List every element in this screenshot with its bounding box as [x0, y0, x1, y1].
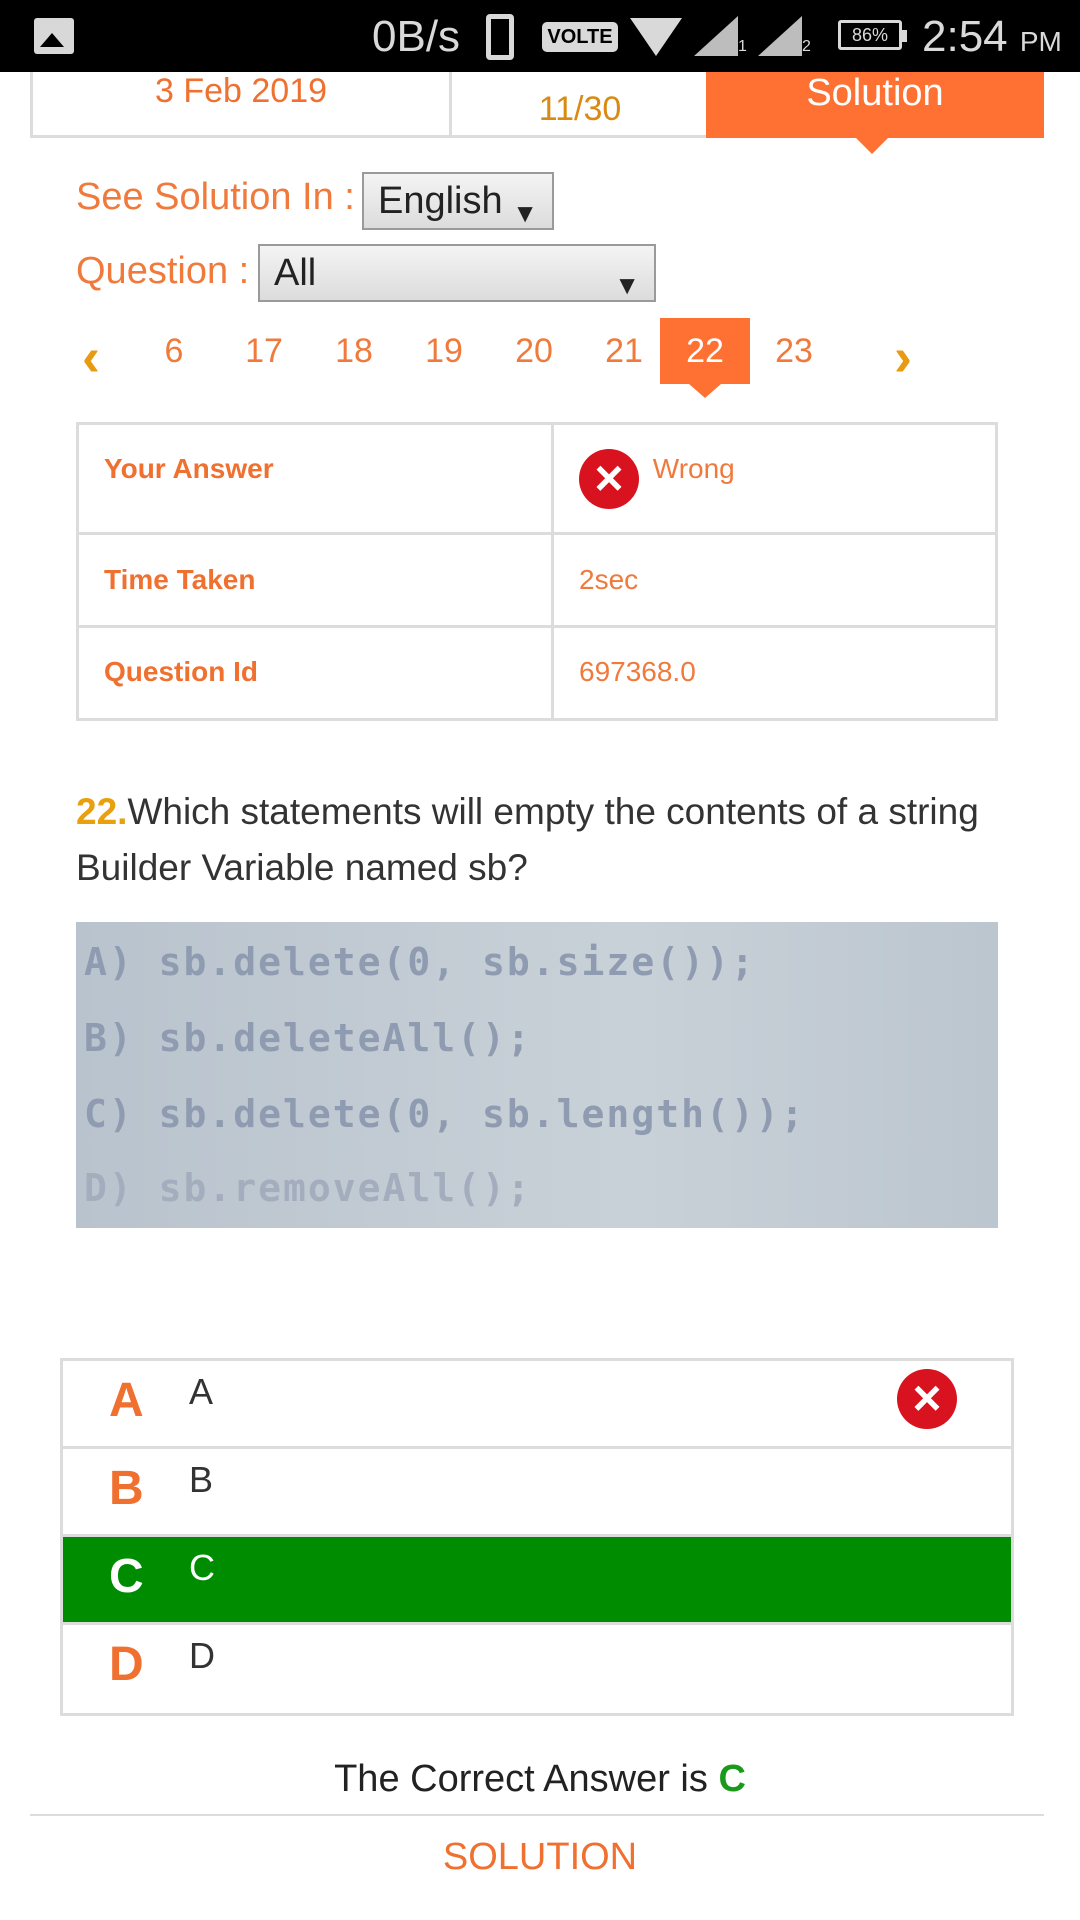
page-link[interactable]: 23: [749, 318, 839, 384]
signal-2-icon: [758, 16, 802, 56]
time-taken-label: Time Taken: [79, 535, 554, 625]
clock: 2:54 PM: [922, 12, 1062, 62]
question-filter-label: Question :: [76, 250, 250, 292]
page-link[interactable]: 17: [219, 318, 309, 384]
question-filter-value: All: [274, 252, 317, 294]
time-taken-value: 2sec: [579, 564, 639, 595]
page-link-active[interactable]: 22: [660, 318, 750, 398]
divider: [30, 1814, 1044, 1816]
language-select-value: English: [378, 180, 503, 222]
solution-link[interactable]: SOLUTION: [0, 1836, 1080, 1879]
your-answer-cell: × Wrong: [554, 425, 995, 532]
tab-solution[interactable]: Solution: [706, 72, 1044, 154]
answer-info-table: Your Answer × Wrong Time Taken 2sec Ques…: [76, 422, 998, 721]
question-code-image: A) sb.delete(0, sb.size()); B) sb.delete…: [76, 922, 998, 1228]
table-row: Question Id 697368.0: [79, 628, 995, 718]
page-link[interactable]: 20: [489, 318, 579, 384]
tab-date[interactable]: 3 Feb 2019: [30, 72, 452, 138]
option-d[interactable]: D D: [63, 1625, 1011, 1713]
question-filter-select[interactable]: All ▼: [258, 244, 656, 302]
correct-answer-letter: C: [718, 1758, 746, 1800]
question-pager: ‹ 6 17 18 19 20 21 22 23 ›: [76, 318, 936, 398]
question-id-value: 697368.0: [579, 656, 696, 687]
option-text: C: [189, 1547, 215, 1588]
question-id-label: Question Id: [79, 628, 554, 718]
answer-options: A A × B B C C D D: [60, 1358, 1014, 1716]
sim-2-label: 2: [802, 38, 811, 55]
volte-badge: VOLTE: [542, 22, 618, 52]
wifi-icon: [630, 18, 682, 56]
option-letter: A: [109, 1374, 144, 1427]
option-letter: C: [109, 1550, 144, 1603]
battery-icon: 86%: [838, 20, 907, 50]
network-speed: 0B/s: [372, 12, 461, 61]
option-letter: B: [109, 1462, 144, 1515]
signal-1-icon: [694, 16, 738, 56]
option-text: A: [189, 1371, 214, 1412]
code-line: D) sb.removeAll();: [84, 1166, 532, 1210]
option-a[interactable]: A A ×: [63, 1361, 1011, 1449]
page-link[interactable]: 19: [399, 318, 489, 384]
chevron-down-icon: ▼: [512, 198, 538, 228]
page-link[interactable]: 18: [309, 318, 399, 384]
chevron-down-icon: ▼: [614, 270, 640, 300]
option-c[interactable]: C C: [63, 1537, 1011, 1625]
question-text: Which statements will empty the contents…: [76, 791, 979, 888]
see-solution-label: See Solution In :: [76, 176, 355, 218]
code-line: C) sb.delete(0, sb.length());: [84, 1092, 806, 1136]
correct-answer-line: The Correct Answer is C: [0, 1758, 1080, 1801]
your-answer-label: Your Answer: [79, 425, 554, 532]
option-text: B: [189, 1459, 214, 1500]
code-line: A) sb.delete(0, sb.size());: [84, 940, 756, 984]
table-row: Time Taken 2sec: [79, 535, 995, 628]
page-link[interactable]: 6: [129, 318, 219, 384]
tab-score-value: 11/30: [538, 90, 622, 128]
chevron-left-icon[interactable]: ‹: [82, 326, 100, 388]
sim-1-label: 1: [738, 38, 747, 55]
wrong-icon: ×: [579, 449, 639, 509]
page-link[interactable]: 21: [579, 318, 669, 384]
wrong-icon: ×: [897, 1369, 957, 1429]
code-line: B) sb.deleteAll();: [84, 1016, 532, 1060]
clock-ampm: PM: [1019, 26, 1062, 57]
clock-time: 2:54: [922, 12, 1008, 61]
option-letter: D: [109, 1638, 144, 1691]
status-bar: 0B/s VOLTE 1 2 86% 2:54 PM: [0, 0, 1080, 72]
language-select[interactable]: English ▼: [362, 172, 554, 230]
result-tab-strip: 3 Feb 2019 11/30 Solution: [30, 72, 1044, 154]
gallery-icon: [34, 18, 74, 54]
table-row: Your Answer × Wrong: [79, 425, 995, 535]
chevron-right-icon[interactable]: ›: [894, 326, 912, 388]
your-answer-value: Wrong: [652, 453, 735, 484]
option-b[interactable]: B B: [63, 1449, 1011, 1537]
option-text: D: [189, 1635, 215, 1676]
correct-answer-prefix: The Correct Answer is: [334, 1758, 708, 1800]
question-text-block: 22.Which statements will empty the conte…: [76, 784, 996, 896]
tab-score[interactable]: 11/30: [452, 72, 708, 138]
question-number: 22.: [76, 791, 128, 832]
phone-icon: [486, 14, 514, 60]
